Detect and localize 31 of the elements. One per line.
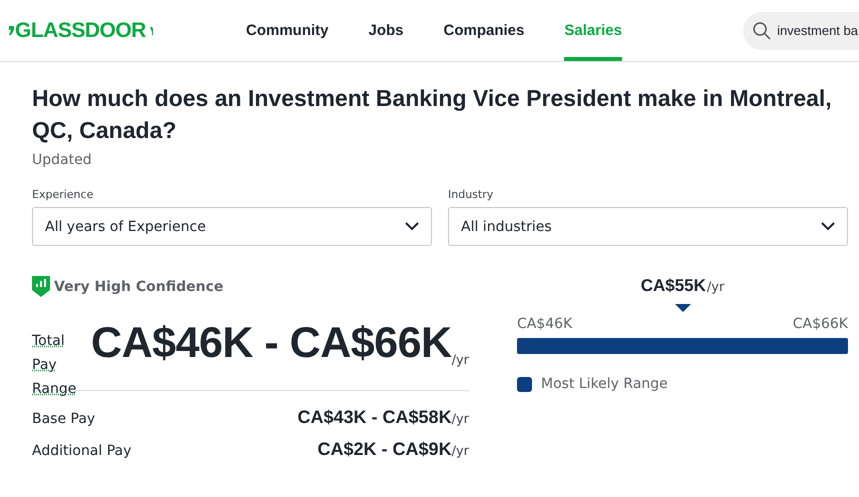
pay-label: Additional Pay [32,443,132,459]
legend-label: Most Likely Range [541,376,668,392]
pay-label: Base Pay [32,411,96,427]
filter-label: Industry [448,188,494,201]
filter-dropdown[interactable]: All industries [448,207,848,246]
filter-dropdown[interactable]: All years of Experience [32,207,432,246]
nav-tab[interactable]: Companies [444,0,524,61]
nav-tab[interactable]: Community [246,0,328,61]
total-pay-range: CA$46K - CA$66K [91,319,452,368]
unit-label: /yr [452,412,469,427]
filter-label: Experience [32,188,94,201]
pay-range: CA$2K - CA$9K [318,439,452,460]
range-high: CA$66K [792,316,848,332]
pay-range: CA$43K - CA$58K [298,407,452,428]
unit-label: /yr [452,353,469,368]
chevron-down-icon [405,222,419,231]
pointer-icon [674,304,690,312]
chevron-down-icon [821,222,835,231]
confidence-label: Very High Confidence [54,278,224,294]
unit-label: /yr [706,280,724,295]
median-pay: CA$55K [640,276,706,296]
range-low: CA$46K [517,316,572,332]
search-field[interactable]: investment ba [743,12,859,50]
legend-swatch [517,376,532,392]
page-title: How much does an Investment Banking Vice President make in Montreal, QC, Canada? [32,84,833,145]
unit-label: /yr [452,444,469,459]
updated-label: Updated [32,152,93,168]
search-icon [753,22,772,40]
shield-chart-icon [32,276,50,297]
total-pay-label[interactable]: Total Pay Range [32,329,78,401]
nav-tab[interactable]: Jobs [368,0,404,61]
